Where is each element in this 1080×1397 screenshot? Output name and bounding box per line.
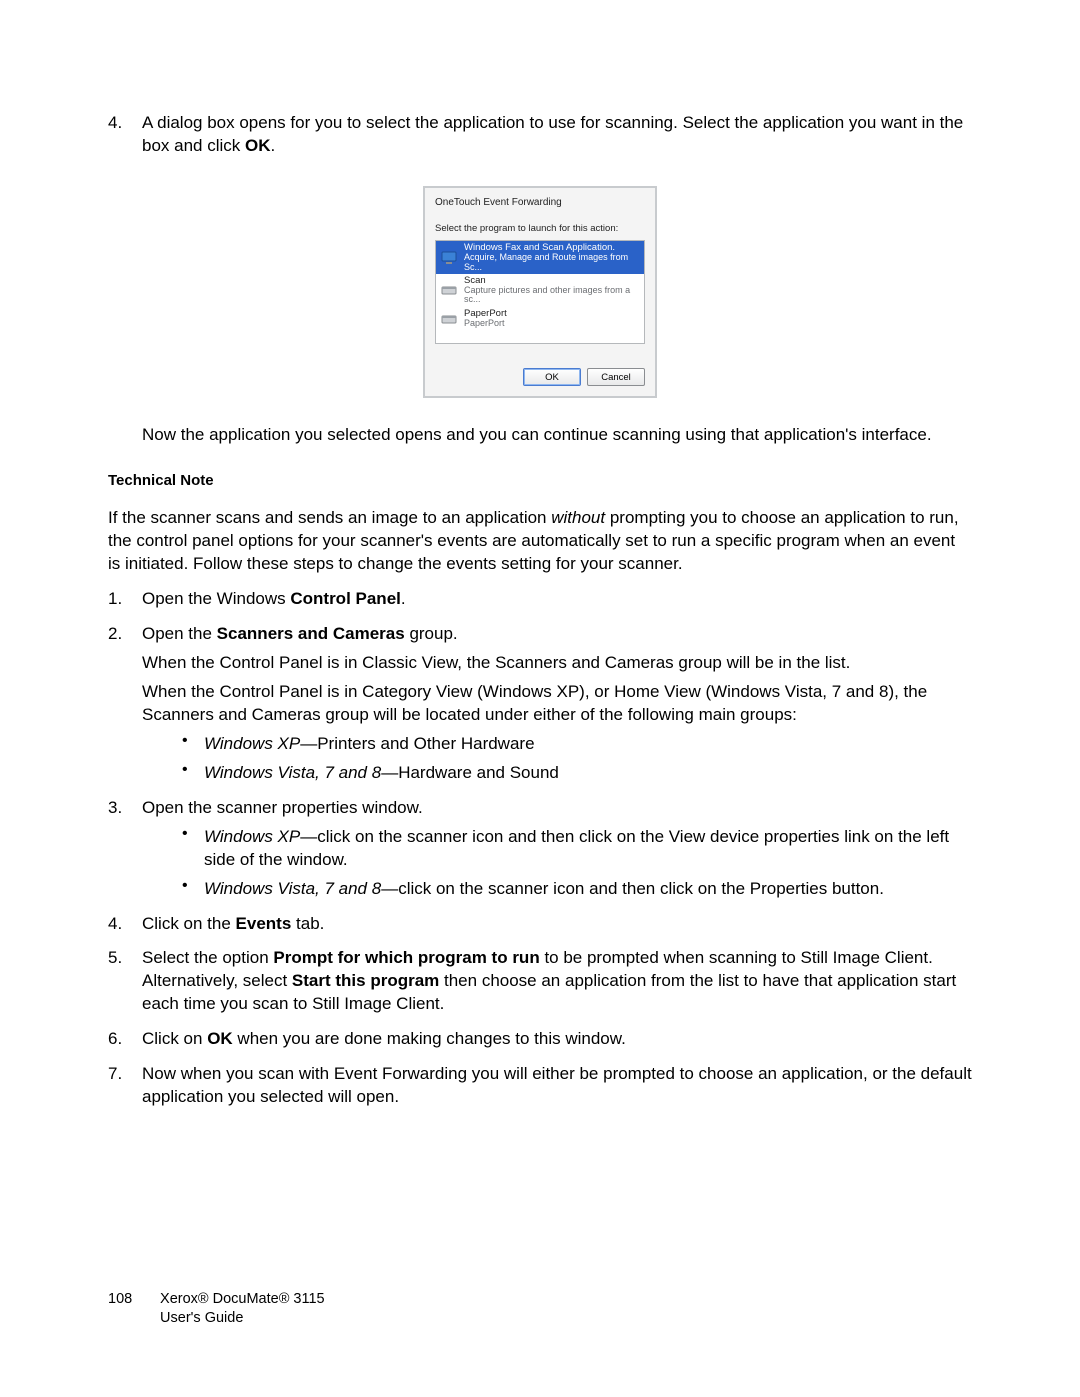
bullet-os-name: Windows XP — [204, 734, 300, 753]
step-text: when you are done making changes to this… — [233, 1029, 626, 1048]
onetouch-dialog: OneTouch Event Forwarding Select the pro… — [423, 186, 657, 398]
bullet-text: —click on the scanner icon and then clic… — [381, 879, 884, 898]
step-bullet-list: Windows XP—click on the scanner icon and… — [142, 826, 972, 901]
program-item-desc: Acquire, Manage and Route images from Sc… — [464, 253, 640, 272]
step-bullet: Windows Vista, 7 and 8—click on the scan… — [182, 878, 972, 901]
technote-step: 7.Now when you scan with Event Forwardin… — [108, 1063, 972, 1115]
tn-a: If the scanner scans and sends an image … — [108, 508, 551, 527]
technote-step: 6.Click on OK when you are done making c… — [108, 1028, 972, 1057]
step-4: 4. A dialog box opens for you to select … — [108, 112, 972, 164]
bullet-text: —Printers and Other Hardware — [300, 734, 534, 753]
step-text: Open the Windows — [142, 589, 290, 608]
step-bullet: Windows Vista, 7 and 8—Hardware and Soun… — [182, 762, 972, 785]
step-number: 5. — [108, 947, 142, 1022]
technote-paragraph: If the scanner scans and sends an image … — [108, 507, 972, 576]
step-text: . — [401, 589, 406, 608]
step-number: 1. — [108, 588, 142, 617]
step-bullet: Windows XP—click on the scanner icon and… — [182, 826, 972, 872]
document-page: 4. A dialog box opens for you to select … — [0, 0, 1080, 1397]
step-text: tab. — [291, 914, 324, 933]
bullet-os-name: Windows Vista, 7 and 8 — [204, 763, 381, 782]
program-item-text: Windows Fax and Scan Application.Acquire… — [464, 243, 640, 272]
bullet-text: —click on the scanner icon and then clic… — [204, 827, 949, 869]
program-item-text: ScanCapture pictures and other images fr… — [464, 276, 640, 305]
dialog-program-list[interactable]: Windows Fax and Scan Application.Acquire… — [435, 240, 645, 344]
bullet-text: —Hardware and Sound — [381, 763, 559, 782]
technote-step: 5.Select the option Prompt for which pro… — [108, 947, 972, 1022]
program-list-item[interactable]: Windows Fax and Scan Application.Acquire… — [436, 241, 644, 274]
bullet-os-name: Windows XP — [204, 827, 300, 846]
technote-step: 2.Open the Scanners and Cameras group. Wh… — [108, 623, 972, 791]
program-item-desc: Capture pictures and other images from a… — [464, 286, 640, 305]
step-body: Open the Windows Control Panel. — [142, 588, 972, 617]
step-body: A dialog box opens for you to select the… — [142, 112, 972, 164]
step-bullet-list: Windows XP—Printers and Other HardwareWi… — [142, 733, 972, 785]
bullet-os-name: Windows Vista, 7 and 8 — [204, 879, 381, 898]
technical-note-heading: Technical Note — [108, 471, 972, 491]
page-footer: 108 Xerox® DocuMate® 3115 User's Guide — [108, 1290, 325, 1329]
footer-line2: User's Guide — [160, 1310, 243, 1326]
step-number: 4. — [108, 112, 142, 164]
step-bold-text: Scanners and Cameras — [217, 624, 405, 643]
technote-steps: 1.Open the Windows Control Panel.2.Open … — [108, 588, 972, 1115]
technote-step: 4.Click on the Events tab. — [108, 913, 972, 942]
step-body: Select the option Prompt for which progr… — [142, 947, 972, 1022]
step-number: 7. — [108, 1063, 142, 1115]
step-text: Click on the — [142, 914, 236, 933]
step-text: Open the scanner properties window. — [142, 798, 423, 817]
step-number: 3. — [108, 797, 142, 907]
after-dialog-text: Now the application you selected opens a… — [142, 424, 972, 447]
step-bold-text: Control Panel — [290, 589, 401, 608]
scanner-icon — [440, 310, 458, 328]
step-text: group. — [405, 624, 458, 643]
program-list-item[interactable]: ScanCapture pictures and other images fr… — [436, 274, 644, 307]
step-number: 4. — [108, 913, 142, 942]
step-bold-text: Start this program — [292, 971, 439, 990]
dialog-prompt: Select the program to launch for this ac… — [435, 223, 645, 236]
page-number: 108 — [108, 1290, 156, 1310]
step-body: Open the scanner properties window. Windo… — [142, 797, 972, 907]
step-bullet: Windows XP—Printers and Other Hardware — [182, 733, 972, 756]
step-text: Open the — [142, 624, 217, 643]
step-bold-text: OK — [207, 1029, 233, 1048]
step4-bold: OK — [245, 136, 271, 155]
step4-text-b: . — [271, 136, 276, 155]
footer-line1: Xerox® DocuMate® 3115 — [160, 1291, 325, 1307]
dialog-title: OneTouch Event Forwarding — [435, 196, 645, 210]
technote-step: 1.Open the Windows Control Panel. — [108, 588, 972, 617]
step-body: Open the Scanners and Cameras group. When… — [142, 623, 972, 791]
step-text: Click on — [142, 1029, 207, 1048]
step-body: Click on OK when you are done making cha… — [142, 1028, 972, 1057]
step-text: Now when you scan with Event Forwarding … — [142, 1064, 972, 1106]
step-number: 2. — [108, 623, 142, 791]
step-number: 6. — [108, 1028, 142, 1057]
step-subparagraph: When the Control Panel is in Classic Vie… — [142, 652, 972, 675]
dialog-figure: OneTouch Event Forwarding Select the pro… — [108, 186, 972, 398]
program-item-text: PaperPortPaperPort — [464, 309, 507, 328]
step-body: Click on the Events tab. — [142, 913, 972, 942]
monitor-icon — [440, 249, 458, 267]
program-list-item[interactable]: PaperPortPaperPort — [436, 307, 644, 330]
ok-button[interactable]: OK — [523, 368, 581, 386]
step-subparagraph: When the Control Panel is in Category Vi… — [142, 681, 972, 727]
step-bold-text: Prompt for which program to run — [273, 948, 539, 967]
step-body: Now when you scan with Event Forwarding … — [142, 1063, 972, 1115]
step-bold-text: Events — [236, 914, 292, 933]
program-item-desc: PaperPort — [464, 319, 507, 328]
technote-step: 3.Open the scanner properties window. Win… — [108, 797, 972, 907]
tn-i: without — [551, 508, 605, 527]
scanner-icon — [440, 281, 458, 299]
cancel-button[interactable]: Cancel — [587, 368, 645, 386]
step-text: Select the option — [142, 948, 273, 967]
